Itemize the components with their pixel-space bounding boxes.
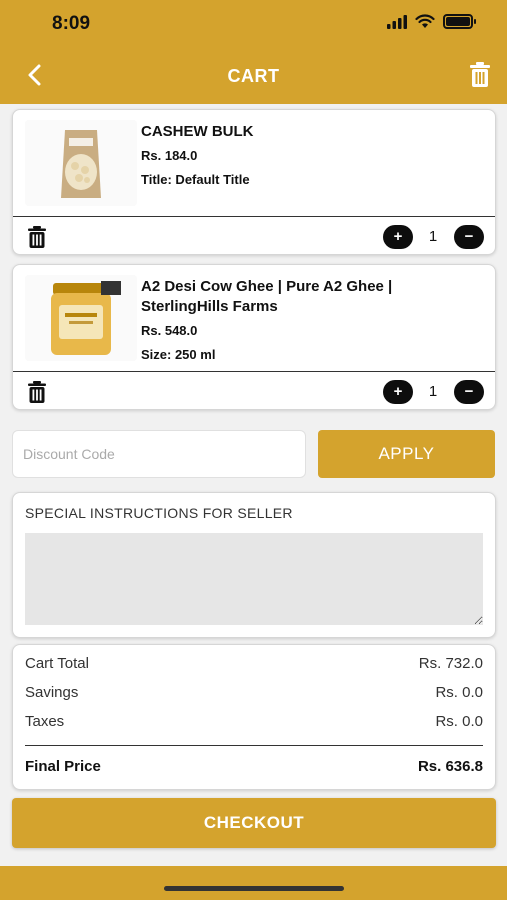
remove-item-trash-icon[interactable] — [27, 226, 47, 248]
status-icons — [387, 14, 476, 29]
cart-total-value: Rs. 732.0 — [418, 655, 483, 672]
savings-value: Rs. 0.0 — [435, 684, 483, 701]
special-instructions-card: SPECIAL INSTRUCTIONS FOR SELLER — [12, 492, 496, 638]
item-details: A2 Desi Cow Ghee | Pure A2 Ghee | Sterli… — [141, 277, 475, 362]
item-details: CASHEW BULK Rs. 184.0 Title: Default Tit… — [141, 122, 475, 187]
item-divider — [13, 216, 495, 217]
clear-cart-trash-icon[interactable] — [469, 62, 491, 88]
quantity-value: 1 — [428, 383, 438, 400]
taxes-value: Rs. 0.0 — [435, 713, 483, 730]
cart-item-card: CASHEW BULK Rs. 184.0 Title: Default Tit… — [12, 109, 496, 255]
remove-item-trash-icon[interactable] — [27, 381, 47, 403]
increase-quantity-button[interactable]: + — [383, 225, 413, 249]
quantity-value: 1 — [428, 228, 438, 245]
cart-item-card: A2 Desi Cow Ghee | Pure A2 Ghee | Sterli… — [12, 264, 496, 410]
battery-icon — [443, 14, 476, 29]
instructions-label: SPECIAL INSTRUCTIONS FOR SELLER — [25, 505, 293, 521]
product-image — [25, 120, 137, 206]
taxes-label: Taxes — [25, 713, 65, 730]
item-name: A2 Desi Cow Ghee | Pure A2 Ghee | Sterli… — [141, 278, 393, 315]
cart-total-label: Cart Total — [25, 655, 89, 672]
home-indicator[interactable] — [164, 886, 344, 891]
savings-row: Savings Rs. 0.0 — [25, 684, 483, 701]
signal-icon — [387, 14, 407, 29]
item-price: Rs. 184.0 — [141, 148, 198, 163]
taxes-row: Taxes Rs. 0.0 — [25, 713, 483, 730]
increase-quantity-button[interactable]: + — [383, 380, 413, 404]
final-price-label: Final Price — [25, 758, 101, 775]
footer-bar — [0, 866, 507, 900]
checkout-button[interactable]: CHECKOUT — [12, 798, 496, 848]
item-variant: Size: 250 ml — [141, 347, 216, 362]
wifi-icon — [415, 14, 435, 28]
apply-discount-button[interactable]: APPLY — [318, 430, 495, 478]
summary-divider — [25, 745, 483, 746]
order-summary-card: Cart Total Rs. 732.0 Savings Rs. 0.0 Tax… — [12, 644, 496, 790]
final-price-row: Final Price Rs. 636.8 — [25, 758, 483, 775]
instructions-textarea[interactable] — [25, 533, 483, 625]
decrease-quantity-button[interactable]: − — [454, 380, 484, 404]
cart-total-row: Cart Total Rs. 732.0 — [25, 655, 483, 672]
final-price-value: Rs. 636.8 — [417, 758, 483, 775]
decrease-quantity-button[interactable]: − — [454, 225, 484, 249]
item-divider — [13, 371, 495, 372]
status-time: 8:09 — [52, 13, 91, 34]
product-image — [25, 275, 137, 361]
item-price: Rs. 548.0 — [141, 323, 198, 338]
discount-code-input[interactable] — [12, 430, 306, 478]
item-variant: Title: Default Title — [141, 172, 250, 187]
savings-label: Savings — [25, 684, 79, 701]
page-title: CART — [227, 66, 280, 86]
item-name: CASHEW BULK — [141, 123, 254, 140]
